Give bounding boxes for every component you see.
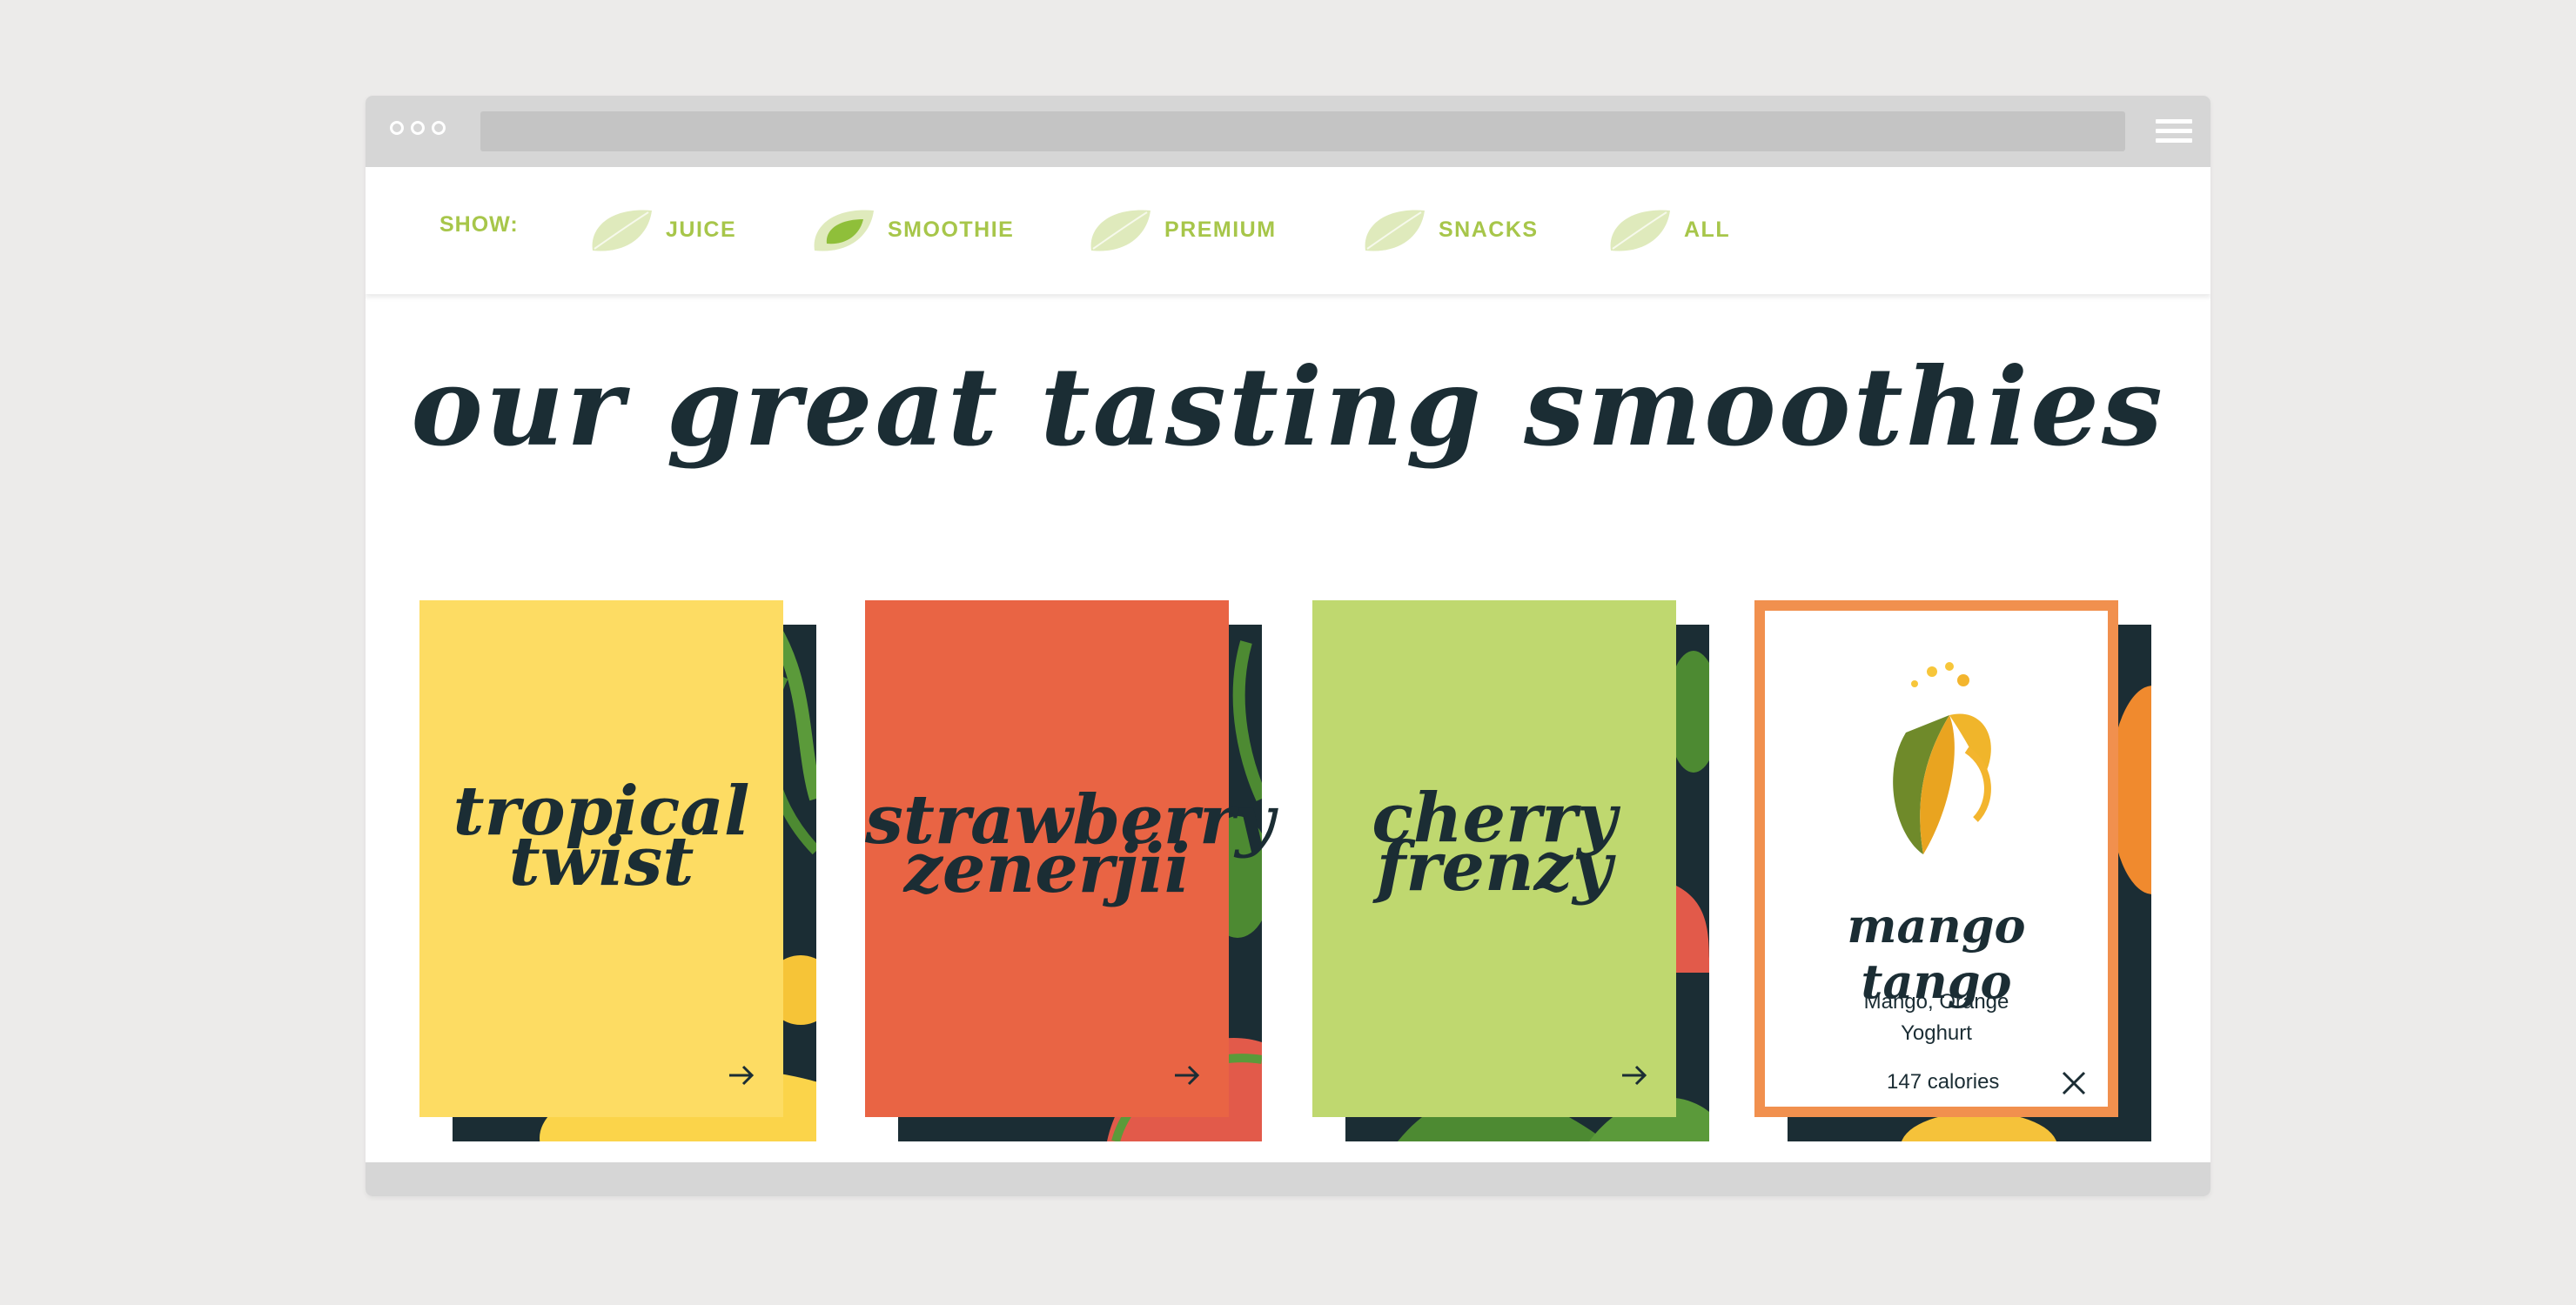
window-dot-icon[interactable]	[390, 121, 404, 135]
leaf-icon	[1365, 210, 1425, 251]
leaf-icon	[1090, 210, 1150, 251]
filter-label: ALL	[1684, 217, 1731, 242]
filter-juice[interactable]: JUICE	[587, 204, 736, 256]
card-name-line2: zenerjii	[903, 829, 1191, 908]
leaf-icon	[1610, 210, 1670, 251]
card-front[interactable]: tropical twist	[419, 600, 783, 1117]
arrow-right-icon[interactable]	[1171, 1060, 1203, 1091]
mango-image	[1893, 662, 1991, 854]
ingredients: Mango, Orange Yoghurt	[1765, 987, 2108, 1049]
show-label: SHOW:	[439, 212, 519, 237]
smoothie-card: strawberry zenerjii	[865, 600, 1300, 1141]
hamburger-icon[interactable]	[2156, 119, 2192, 144]
ingredients-line2: Yoghurt	[1901, 1021, 1972, 1045]
card-front[interactable]: cherry frenzy	[1312, 600, 1676, 1117]
address-bar[interactable]	[480, 111, 2125, 151]
browser-footer	[366, 1162, 2210, 1196]
arrow-right-icon[interactable]	[726, 1060, 757, 1091]
page-title: our great tasting smoothies	[411, 345, 2165, 471]
browser-window: SHOW: JUICE SMOOTHIE PREMIUM SNACKS ALL …	[366, 96, 2210, 1196]
calories: 147 calories	[1887, 1070, 2000, 1094]
card-front[interactable]: strawberry zenerjii	[865, 600, 1274, 1117]
window-dot-icon[interactable]	[411, 121, 425, 135]
filter-snacks[interactable]: SNACKS	[1360, 204, 1539, 256]
filter-premium[interactable]: PREMIUM	[1086, 204, 1277, 256]
ingredients-line1: Mango, Orange	[1863, 990, 2009, 1014]
smoothie-card: cherry frenzy	[1312, 600, 1748, 1141]
leaf-icon	[814, 210, 874, 251]
filter-label: JUICE	[666, 217, 737, 242]
close-icon[interactable]	[2059, 1068, 2089, 1098]
card-detail: mango tango Mango, Orange Yoghurt 147 ca…	[1754, 600, 2118, 1117]
browser-chrome	[366, 96, 2210, 167]
filter-smoothie[interactable]: SMOOTHIE	[809, 204, 1014, 256]
filter-all[interactable]: ALL	[1606, 204, 1730, 256]
window-controls	[390, 121, 446, 135]
filter-label: SMOOTHIE	[888, 217, 1015, 242]
card-name-line2: twist	[508, 822, 694, 901]
smoothie-card: tropical twist	[419, 600, 855, 1141]
filter-bar: SHOW: JUICE SMOOTHIE PREMIUM SNACKS ALL	[366, 167, 2210, 294]
leaf-icon	[592, 210, 652, 251]
card-name-line2: frenzy	[1376, 827, 1613, 907]
window-dot-icon[interactable]	[432, 121, 446, 135]
filter-label: SNACKS	[1439, 217, 1539, 242]
arrow-right-icon[interactable]	[1619, 1060, 1650, 1091]
smoothie-card-open: mango tango Mango, Orange Yoghurt 147 ca…	[1754, 600, 2190, 1141]
filter-label: PREMIUM	[1164, 217, 1277, 242]
main-content: our great tasting smoothies tropical twi…	[366, 294, 2210, 1164]
